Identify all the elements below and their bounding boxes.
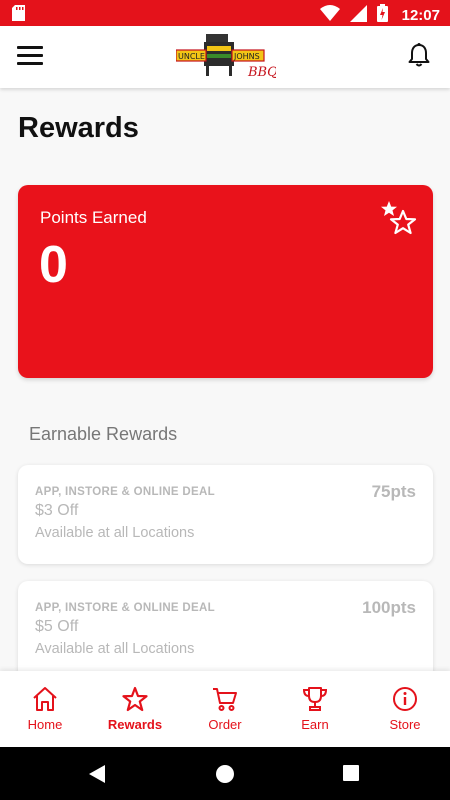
reward-card[interactable]: APP, INSTORE & ONLINE DEAL $3 Off Availa…	[18, 465, 433, 564]
reward-tag: APP, INSTORE & ONLINE DEAL	[35, 486, 215, 498]
nav-rewards[interactable]: Rewards	[90, 671, 180, 747]
earnable-rewards-title: Earnable Rewards	[29, 424, 178, 444]
bell-icon	[408, 43, 430, 67]
app-header: UNCLE JOHNS BBQ	[0, 26, 450, 88]
cart-icon	[213, 688, 237, 711]
reward-name: $5 Off	[35, 618, 79, 635]
hamburger-icon	[17, 46, 43, 49]
battery-icon	[376, 4, 388, 27]
brand-logo[interactable]: UNCLE JOHNS BBQ	[175, 32, 278, 82]
home-circle-icon[interactable]	[216, 765, 234, 788]
sd-card-icon	[12, 5, 25, 26]
reward-availability: Available at all Locations	[35, 525, 195, 541]
signal-icon	[349, 4, 367, 27]
status-time: 12:07	[401, 7, 440, 24]
reward-tag: APP, INSTORE & ONLINE DEAL	[35, 602, 215, 614]
svg-text:JOHNS: JOHNS	[233, 52, 260, 61]
stars-icon	[381, 201, 417, 239]
star-icon	[122, 686, 148, 712]
wifi-icon	[319, 5, 340, 26]
nav-store[interactable]: Store	[360, 671, 450, 747]
bottom-nav: Home Rewards Order Earn Store	[0, 671, 450, 747]
points-label: Points Earned	[40, 208, 147, 227]
notifications-button[interactable]	[407, 42, 433, 70]
points-value: 0	[39, 236, 68, 294]
nav-label: Earn	[301, 717, 329, 732]
reward-card[interactable]: APP, INSTORE & ONLINE DEAL $5 Off Availa…	[18, 581, 433, 680]
nav-label: Rewards	[107, 717, 163, 732]
reward-availability: Available at all Locations	[35, 641, 195, 657]
system-nav-bar	[0, 747, 450, 800]
back-icon[interactable]	[88, 765, 106, 788]
page-title: Rewards	[18, 112, 139, 144]
nav-order[interactable]: Order	[180, 671, 270, 747]
nav-label: Order	[208, 717, 242, 732]
menu-button[interactable]	[17, 46, 45, 68]
home-icon	[33, 687, 57, 711]
nav-label: Store	[389, 717, 421, 732]
svg-text:UNCLE: UNCLE	[178, 52, 205, 61]
reward-points: 75pts	[371, 482, 416, 501]
info-icon	[393, 687, 417, 711]
reward-name: $3 Off	[35, 502, 79, 519]
reward-points: 100pts	[362, 598, 416, 617]
nav-label: Home	[27, 717, 63, 732]
points-card: Points Earned 0	[18, 185, 433, 378]
nav-home[interactable]: Home	[0, 671, 90, 747]
trophy-icon	[302, 687, 328, 711]
recents-icon[interactable]	[343, 765, 359, 786]
nav-earn[interactable]: Earn	[270, 671, 360, 747]
svg-text:BBQ: BBQ	[247, 65, 276, 80]
status-bar: 12:07	[0, 0, 450, 26]
